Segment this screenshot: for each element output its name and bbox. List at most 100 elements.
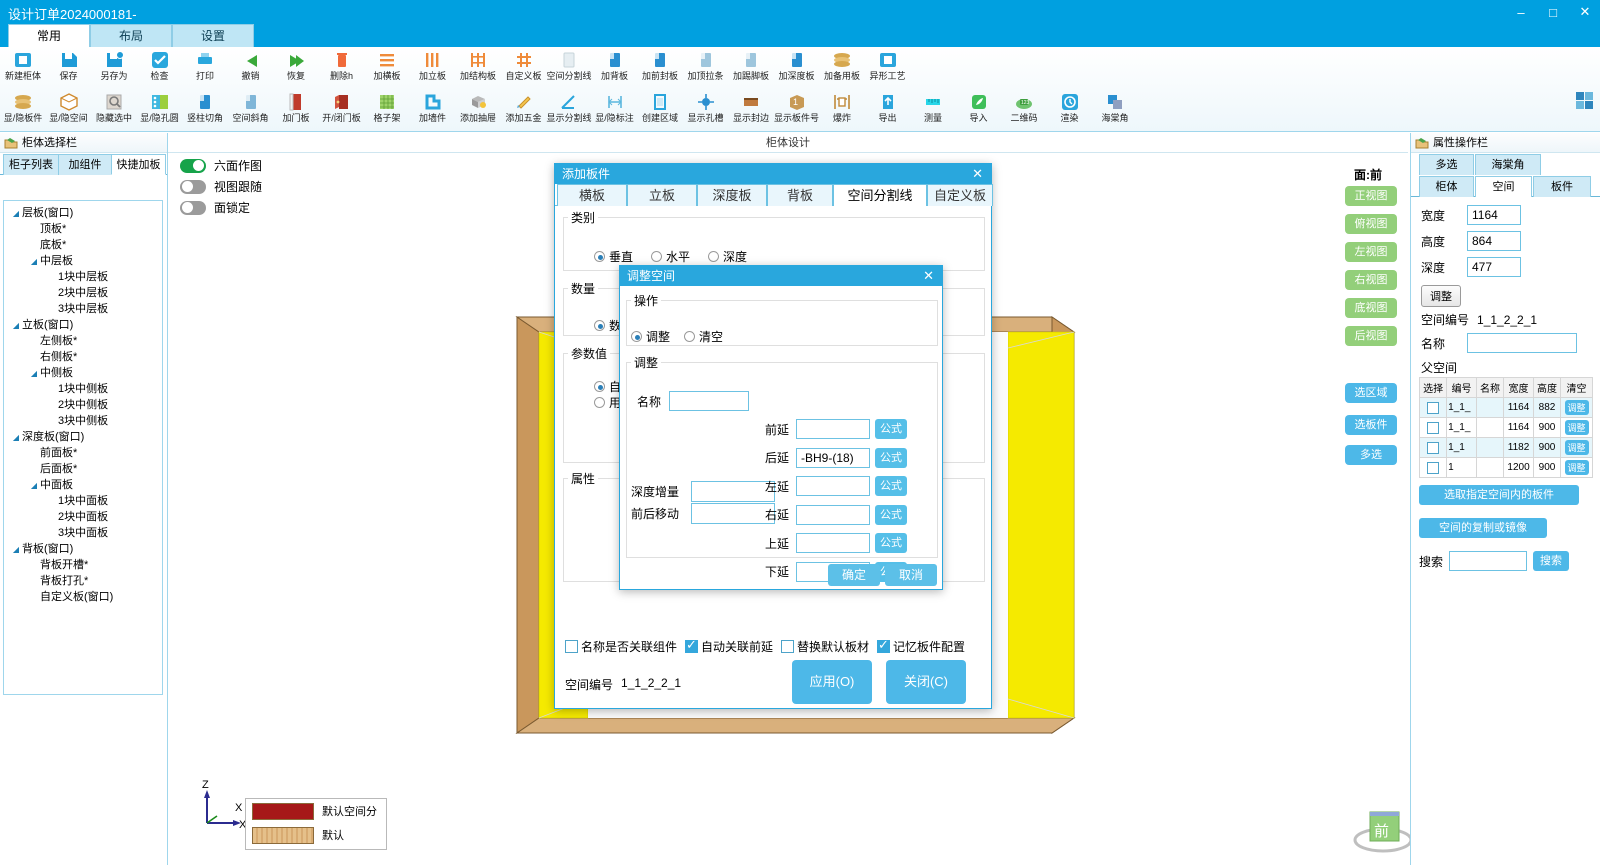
ribbon-row1-shaped-craft-icon[interactable]: 异形工艺	[865, 48, 911, 90]
ribbon-row1-space-divider-icon[interactable]: 空间分割线	[546, 48, 592, 90]
left-tab-2[interactable]: 加组件	[58, 154, 112, 175]
checkbox-box[interactable]	[877, 637, 891, 653]
chevron-right-icon[interactable]: ◢	[28, 254, 40, 270]
formula-button[interactable]: 公式	[875, 533, 907, 553]
toggle-face-lock[interactable]: 面锁定	[180, 199, 250, 216]
row-action-cell[interactable]: 调整	[1560, 417, 1593, 438]
tree-node[interactable]: 背板打孔*	[4, 573, 162, 589]
tree-node[interactable]: 背板开槽*	[4, 557, 162, 573]
ribbon-row2-render-icon[interactable]: 渲染	[1047, 90, 1093, 132]
tree-node[interactable]: ◢ 中层板	[4, 253, 162, 269]
formula-button[interactable]: 公式	[875, 476, 907, 496]
formula-button[interactable]: 公式	[875, 504, 907, 525]
chevron-right-icon[interactable]: ◢	[28, 478, 40, 494]
row-checkbox[interactable]	[1427, 421, 1440, 434]
ribbon-row1-save-icon[interactable]: 保存	[46, 48, 92, 90]
move-front-back-input[interactable]	[691, 503, 775, 524]
extension-input[interactable]	[796, 533, 870, 553]
select-panels-in-space-button[interactable]: 选取指定空间内的板件	[1419, 485, 1579, 505]
tree-node[interactable]: 右侧板*	[4, 349, 162, 365]
row-action-cell[interactable]: 调整	[1560, 437, 1593, 458]
view-button-7[interactable]: 选区域	[1345, 383, 1397, 403]
tree-node[interactable]: ◢ 背板(窗口)	[4, 541, 162, 557]
ribbon-row1-new-cabinet-icon[interactable]: 新建柜体	[0, 48, 46, 90]
toggle-view-follow[interactable]: 视图跟随	[180, 178, 262, 195]
toggle-six-face-drawing[interactable]: 六面作图	[180, 157, 262, 174]
ribbon-row1-add-structure-panel-icon[interactable]: 加结构板	[455, 48, 501, 90]
ribbon-row1-add-depth-panel-icon[interactable]: 加深度板	[774, 48, 820, 90]
op-option-clear[interactable]: 清空	[684, 328, 723, 345]
close-icon[interactable]: ✕	[923, 266, 934, 286]
tree-node[interactable]: 2块中面板	[4, 509, 162, 525]
tree-node[interactable]: 自定义板(窗口)	[4, 589, 162, 605]
row-adjust-button[interactable]: 调整	[1564, 440, 1589, 455]
chevron-right-icon[interactable]: ◢	[10, 206, 22, 222]
dialog-checkbox-1[interactable]: 名称是否关联组件	[565, 638, 677, 655]
checkbox-box[interactable]	[781, 640, 795, 653]
ribbon-row2-import-icon[interactable]: 导入	[956, 90, 1002, 132]
toggle-switch[interactable]	[180, 158, 206, 173]
search-button[interactable]: 搜索	[1533, 551, 1570, 571]
tree-node[interactable]: 3块中侧板	[4, 413, 162, 429]
row-adjust-button[interactable]: 调整	[1564, 460, 1589, 475]
toggle-switch[interactable]	[180, 200, 206, 215]
table-row[interactable]: 1 1200 900 调整	[1418, 457, 1593, 478]
view-button-5[interactable]: 底视图	[1345, 298, 1397, 318]
view-cube[interactable]: 前	[1348, 798, 1418, 861]
panel-dialog-tab-3[interactable]: 深度板	[697, 184, 767, 206]
formula-button[interactable]: 公式	[875, 447, 907, 468]
ribbon-row2-toggle-panels-icon[interactable]: 显/隐板件	[0, 90, 46, 132]
toggle-switch[interactable]	[180, 179, 206, 194]
right-tab-row2-2[interactable]: 空间	[1475, 176, 1532, 197]
panel-dialog-tab-2[interactable]: 立板	[627, 184, 697, 206]
ribbon-row1-delete-icon[interactable]: 删除h	[319, 48, 365, 90]
ribbon-row1-undo-icon[interactable]: 撤销	[228, 48, 274, 90]
tree-node[interactable]: 1块中侧板	[4, 381, 162, 397]
tree-node[interactable]: 前面板*	[4, 445, 162, 461]
ribbon-row2-space-bevel-icon[interactable]: 空间斜角	[228, 90, 274, 132]
op-option-adjust[interactable]: 调整	[631, 328, 670, 345]
ribbon-row1-add-top-rail-icon[interactable]: 加顶拉条	[683, 48, 729, 90]
right-tab-row2-1[interactable]: 柜体	[1419, 176, 1474, 197]
panel-dialog-tab-4[interactable]: 背板	[767, 184, 833, 206]
ribbon-row2-add-wall-part-icon[interactable]: 加墙件	[410, 90, 456, 132]
table-row[interactable]: 1_1_ 1164 882 调整	[1418, 397, 1593, 418]
left-tab-1[interactable]: 柜子列表	[3, 154, 59, 175]
view-button-9[interactable]: 多选	[1345, 445, 1397, 465]
category-option-depth[interactable]: 深度	[708, 248, 747, 265]
tree-node[interactable]: 3块中层板	[4, 301, 162, 317]
tree-node[interactable]: 1块中面板	[4, 493, 162, 509]
category-option-horizontal[interactable]: 水平	[651, 248, 690, 265]
row-action-cell[interactable]: 调整	[1560, 457, 1593, 478]
depth-increment-input[interactable]	[691, 481, 775, 502]
left-tab-3[interactable]: 快捷加板	[111, 154, 166, 175]
ribbon-row2-add-door-icon[interactable]: 加门板	[273, 90, 319, 132]
view-button-6[interactable]: 后视图	[1345, 326, 1397, 346]
tree-node[interactable]: ◢ 层板(窗口)	[4, 205, 162, 221]
copy-mirror-space-button[interactable]: 空间的复制或镜像	[1419, 518, 1547, 538]
row-select-cell[interactable]	[1418, 437, 1448, 458]
adjust-button[interactable]: 调整	[1421, 285, 1461, 307]
name-input[interactable]	[1467, 333, 1577, 353]
right-tab-row1-1[interactable]: 多选	[1419, 154, 1474, 175]
grid-view-icon[interactable]	[1576, 92, 1593, 112]
panel-dialog-tab-6[interactable]: 自定义板	[927, 184, 993, 206]
view-button-2[interactable]: 俯视图	[1345, 214, 1397, 234]
view-button-1[interactable]: 正视图	[1345, 186, 1397, 206]
dialog-checkbox-4[interactable]: 记忆板件配置	[877, 637, 965, 655]
checkbox-box[interactable]	[565, 640, 578, 653]
height-input[interactable]	[1467, 231, 1521, 251]
ribbon-row2-qr-code-icon[interactable]: 123 二维码	[1001, 90, 1047, 132]
adjust-name-input[interactable]	[669, 391, 750, 411]
row-adjust-button[interactable]: 调整	[1564, 420, 1589, 435]
ribbon-row2-export-icon[interactable]: 导出	[865, 90, 911, 132]
extension-input[interactable]	[796, 476, 870, 496]
extension-input[interactable]	[796, 447, 870, 468]
ribbon-row2-show-edge-banding-icon[interactable]: 显示封边	[728, 90, 774, 132]
ribbon-row1-check-icon[interactable]: 检查	[137, 48, 183, 90]
ribbon-tab-3[interactable]: 设置	[172, 24, 254, 47]
ribbon-row2-show-panel-number-icon[interactable]: 1 显示板件号	[774, 90, 820, 132]
apply-button[interactable]: 应用(O)	[792, 660, 872, 704]
depth-input[interactable]	[1467, 257, 1521, 277]
chevron-right-icon[interactable]: ◢	[10, 542, 22, 558]
